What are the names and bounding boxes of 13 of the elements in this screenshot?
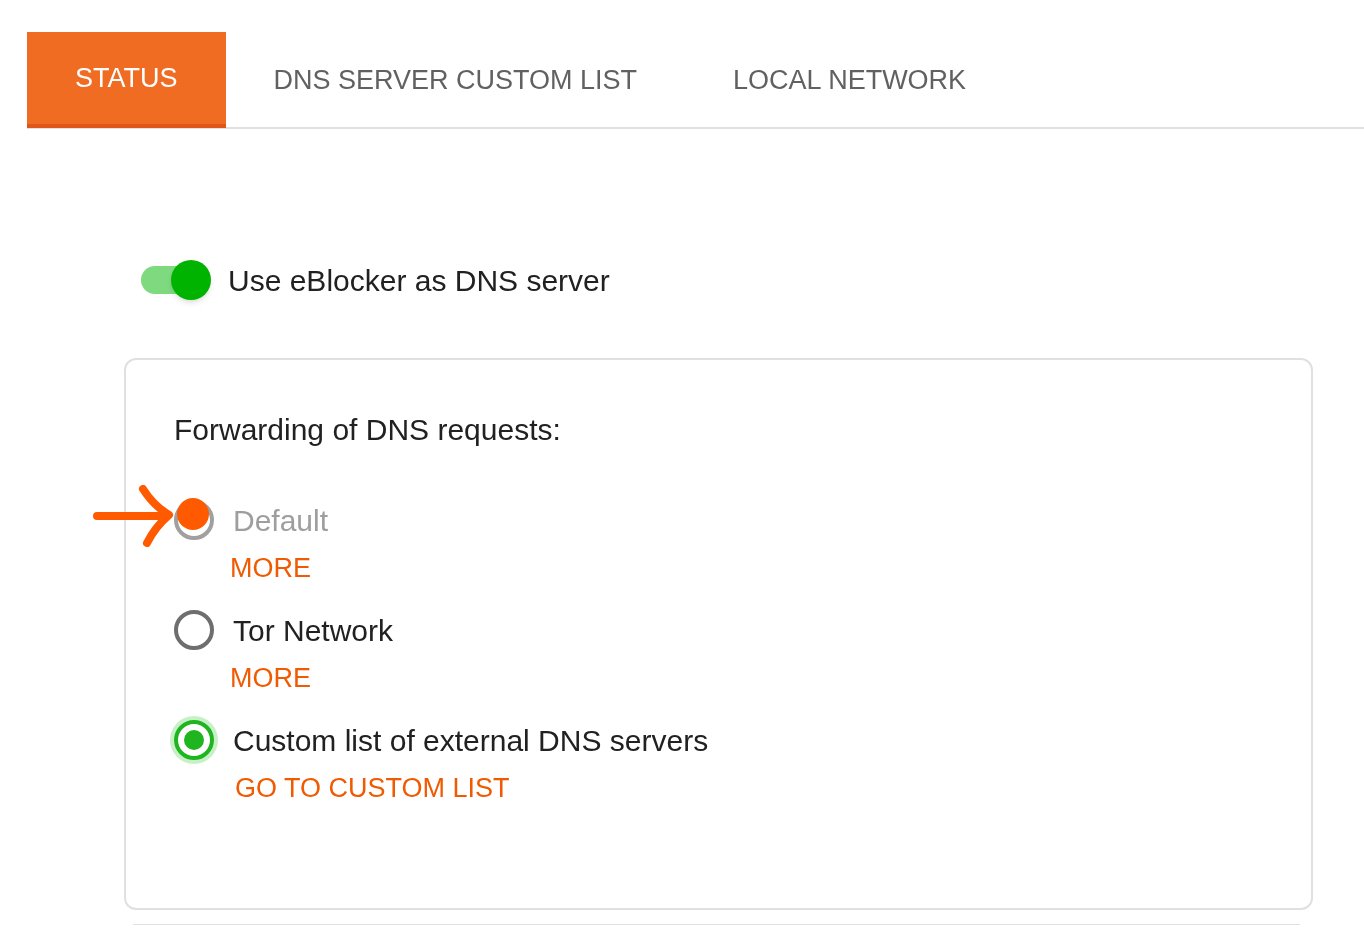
tab[interactable]: STATUS [27, 32, 226, 128]
section-heading: Forwarding of DNS requests: [174, 412, 562, 448]
toggle-switch[interactable] [141, 260, 211, 300]
annotation-dot-overlay [177, 498, 209, 530]
radio-label: Default [233, 502, 329, 539]
tab[interactable]: DNS SERVER CUSTOM LIST [225, 32, 686, 128]
radio-label: Tor Network [233, 612, 394, 649]
link[interactable]: GO TO CUSTOM LIST [235, 772, 510, 804]
tab[interactable]: LOCAL NETWORK [685, 32, 1015, 128]
link[interactable]: MORE [230, 662, 311, 694]
radio-button[interactable] [174, 610, 214, 650]
radio-label: Custom list of external DNS servers [233, 722, 709, 759]
toggle-label: Use eBlocker as DNS server [228, 262, 610, 299]
